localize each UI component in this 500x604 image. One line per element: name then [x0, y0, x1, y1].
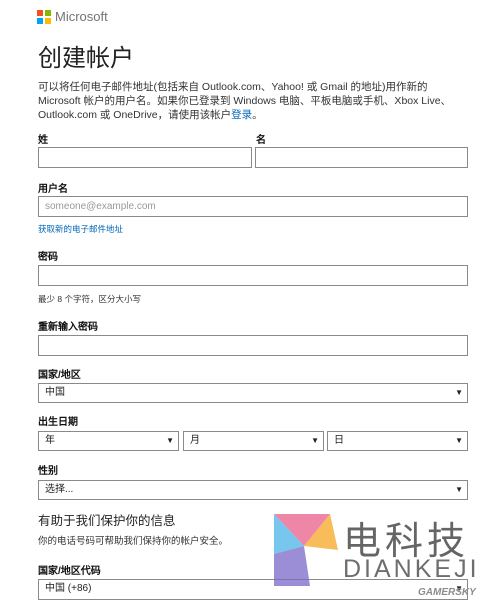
watermark-logo-icon: [274, 514, 338, 586]
security-section-title: 有助于我们保护你的信息: [38, 514, 176, 528]
microsoft-logo: Microsoft: [37, 9, 108, 24]
password-label: 密码: [38, 252, 58, 263]
country-code-value: 中国 (+86): [45, 583, 92, 594]
chevron-down-icon: ▼: [455, 436, 463, 445]
intro-text-part2: 。: [252, 109, 263, 121]
page-title: 创建帐户: [38, 45, 134, 72]
username-label: 用户名: [38, 184, 68, 195]
birth-year-select[interactable]: 年 ▼: [38, 431, 179, 451]
gender-label: 性别: [38, 466, 58, 477]
signup-page: { "header": { "brand": "Microsoft", "log…: [0, 0, 500, 604]
watermark-en-text: DIANKEJI: [343, 555, 480, 583]
reenter-password-label: 重新输入密码: [38, 322, 98, 333]
intro-text: 可以将任何电子邮件地址(包括来自 Outlook.com、Yahoo! 或 Gm…: [38, 80, 470, 122]
reenter-password-input[interactable]: [38, 335, 468, 356]
last-name-label: 姓: [38, 135, 48, 146]
chevron-down-icon: ▼: [455, 485, 463, 494]
password-input[interactable]: [38, 265, 468, 286]
birth-day-value: 日: [334, 435, 344, 446]
chevron-down-icon: ▼: [311, 436, 319, 445]
birth-year-value: 年: [45, 435, 55, 446]
country-select[interactable]: 中国 ▼: [38, 383, 468, 403]
username-input[interactable]: someone@example.com: [38, 196, 468, 217]
country-label: 国家/地区: [38, 370, 81, 381]
password-hint: 最少 8 个字符，区分大小写: [38, 294, 141, 304]
birth-day-select[interactable]: 日 ▼: [327, 431, 468, 451]
get-new-email-link[interactable]: 获取新的电子邮件地址: [38, 223, 123, 235]
last-name-input[interactable]: [38, 147, 252, 168]
birthdate-label: 出生日期: [38, 417, 78, 428]
country-code-label: 国家/地区代码: [38, 566, 101, 577]
first-name-label: 名: [256, 135, 266, 146]
watermark-site-text: GAMERSKY: [418, 587, 476, 598]
birth-month-select[interactable]: 月 ▼: [183, 431, 324, 451]
sign-in-link[interactable]: 登录: [231, 109, 252, 121]
first-name-input[interactable]: [255, 147, 468, 168]
chevron-down-icon: ▼: [166, 436, 174, 445]
gender-select[interactable]: 选择... ▼: [38, 480, 468, 500]
gender-select-value: 选择...: [45, 484, 74, 495]
country-select-value: 中国: [45, 387, 65, 398]
microsoft-logo-icon: [37, 9, 51, 24]
security-section-desc: 你的电话号码可帮助我们保持你的帐户安全。: [38, 536, 229, 547]
chevron-down-icon: ▼: [455, 388, 463, 397]
brand-name: Microsoft: [55, 9, 108, 24]
birth-month-value: 月: [190, 435, 200, 446]
